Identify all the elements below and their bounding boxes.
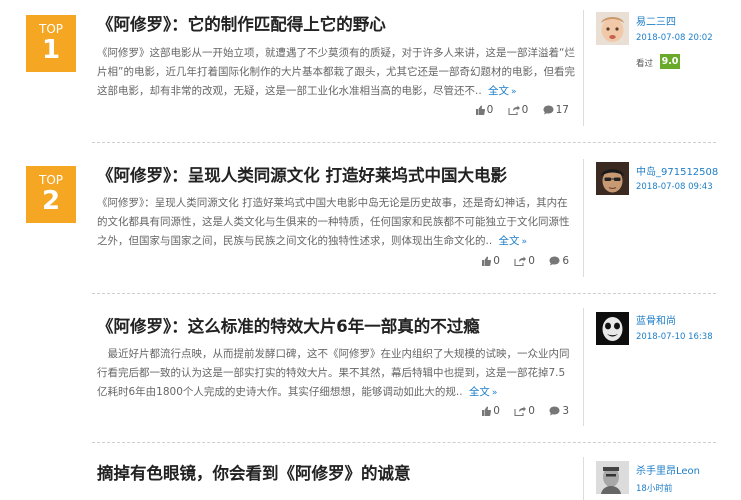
comment-count: 6 [562, 255, 569, 267]
thumbs-up-icon [475, 105, 485, 115]
review-summary: 最近好片都流行点映，从而提前发酵口碑，这不《阿修罗》在业内组织了大规模的试映，一… [97, 345, 575, 403]
review-summary: 《阿修罗》这部电影从一开始立项，就遭遇了不少莫须有的质疑，对于许多人来讲，这是一… [97, 44, 575, 102]
like-button[interactable]: 0 [481, 255, 500, 267]
column-divider [583, 308, 584, 426]
avatar[interactable] [596, 12, 629, 45]
avatar[interactable] [596, 312, 629, 345]
rank-badge: TOP 2 [26, 166, 76, 223]
share-icon [514, 406, 527, 416]
share-count: 0 [528, 255, 535, 267]
comment-icon [549, 256, 560, 266]
score-badge: 9.0 [660, 54, 680, 69]
share-button[interactable]: 0 [514, 255, 535, 267]
comment-button[interactable]: 3 [549, 405, 569, 417]
review-title[interactable]: 摘掉有色眼镜，你会看到《阿修罗》的诚意 [97, 460, 411, 484]
review-card: TOP 2 《阿修罗》：呈现人类同源文化 打造好莱坞式中国大电影 《阿修罗》：呈… [0, 143, 741, 293]
rank-badge: TOP 1 [26, 15, 76, 72]
share-button[interactable]: 0 [508, 104, 529, 116]
thumbs-up-icon [482, 406, 492, 416]
double-chevron-right-icon: » [491, 388, 498, 398]
rank-prefix: TOP [38, 173, 63, 187]
share-count: 0 [528, 405, 535, 417]
review-title[interactable]: 《阿修罗》：呈现人类同源文化 打造好莱坞式中国大电影 [97, 162, 507, 186]
author-name[interactable]: 中岛_971512508 [636, 163, 718, 178]
review-date: 2018-07-08 20:02 [636, 33, 713, 43]
like-count: 0 [493, 405, 500, 417]
review-summary-text: 最近好片都流行点映，从而提前发酵口碑，这不《阿修罗》在业内组织了大规模的试映，一… [97, 348, 570, 398]
author-name[interactable]: 杀手里昂Leon [636, 462, 700, 477]
author-name[interactable]: 易二三四 [636, 13, 676, 28]
read-more-link[interactable]: 全文» [488, 85, 517, 97]
double-chevron-right-icon: » [511, 87, 517, 97]
review-card: 摘掉有色眼镜，你会看到《阿修罗》的诚意 杀手里昂Leon 18小时前 [0, 443, 741, 500]
review-date: 2018-07-10 16:38 [636, 332, 713, 342]
comment-button[interactable]: 17 [543, 104, 569, 116]
review-date: 18小时前 [636, 484, 673, 494]
share-button[interactable]: 0 [514, 405, 535, 417]
share-count: 0 [521, 104, 529, 116]
rank-number: 2 [41, 186, 61, 216]
author-name[interactable]: 蓝骨和尚 [636, 312, 676, 327]
review-date: 2018-07-08 09:43 [636, 182, 713, 192]
double-chevron-right-icon: » [521, 237, 528, 247]
column-divider [583, 159, 584, 277]
rank-prefix: TOP [38, 22, 63, 36]
comment-count: 17 [555, 104, 569, 116]
read-more-link[interactable]: 全文» [499, 235, 528, 247]
avatar[interactable] [596, 162, 629, 195]
rank-number: 1 [41, 35, 61, 65]
review-card: TOP 1 《阿修罗》：它的制作匹配得上它的野心 《阿修罗》这部电影从一开始立项… [0, 0, 741, 142]
review-summary: 《阿修罗》：呈现人类同源文化 打造好莱坞式中国大电影中岛无论是历史故事，还是奇幻… [97, 194, 575, 252]
comment-button[interactable]: 6 [549, 255, 569, 267]
review-stats: 0 0 6 [470, 255, 569, 269]
comment-icon [549, 406, 560, 416]
column-divider [583, 10, 584, 126]
like-count: 0 [493, 255, 500, 267]
avatar[interactable] [596, 461, 629, 494]
share-icon [508, 105, 520, 115]
review-stats: 0 0 17 [464, 104, 569, 118]
review-title[interactable]: 《阿修罗》：这么标准的特效大片6年一部真的不过瘾 [97, 313, 480, 337]
review-card: 《阿修罗》：这么标准的特效大片6年一部真的不过瘾 最近好片都流行点映，从而提前发… [0, 294, 741, 442]
column-divider [583, 457, 584, 500]
read-more-link[interactable]: 全文» [469, 386, 498, 398]
comment-count: 3 [562, 405, 569, 417]
comment-icon [543, 105, 554, 115]
thumbs-up-icon [482, 256, 492, 266]
review-stats: 0 0 3 [470, 405, 569, 419]
watched-label: 看过 [636, 59, 654, 69]
like-button[interactable]: 0 [475, 104, 494, 116]
like-count: 0 [486, 104, 494, 116]
share-icon [514, 256, 527, 266]
like-button[interactable]: 0 [481, 405, 500, 417]
review-title[interactable]: 《阿修罗》：它的制作匹配得上它的野心 [97, 11, 386, 35]
